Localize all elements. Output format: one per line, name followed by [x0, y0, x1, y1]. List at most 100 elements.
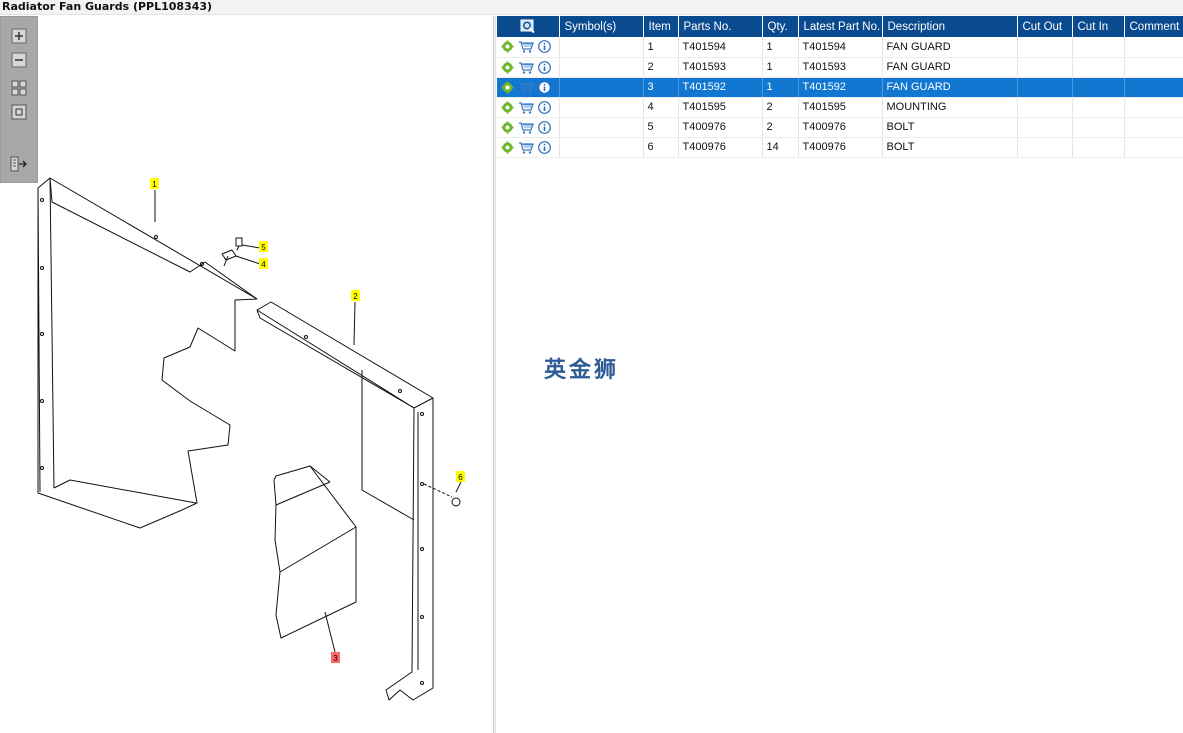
gear-icon[interactable] — [501, 40, 514, 53]
cart-icon[interactable] — [518, 121, 534, 134]
cell-item: 6 — [643, 137, 679, 158]
svg-text:1: 1 — [152, 180, 157, 189]
info-icon[interactable] — [538, 120, 551, 134]
cell-latest-part-no: T401594 — [798, 37, 883, 58]
row-actions-cell — [497, 37, 560, 58]
column-header-description[interactable]: Description — [882, 16, 1018, 37]
svg-text:4: 4 — [261, 260, 266, 269]
row-actions-cell — [497, 57, 560, 78]
part-1-fan-guard[interactable] — [37, 177, 258, 529]
cell-latest-part-no: T400976 — [798, 117, 883, 138]
cell-cut-in — [1072, 137, 1125, 158]
cart-icon[interactable] — [518, 40, 534, 53]
table-row[interactable]: 5 T400976 2 T400976 BOLT — [497, 117, 1183, 138]
cell-description: BOLT — [882, 117, 1018, 138]
cell-parts-no: T400976 — [678, 137, 763, 158]
svg-text:3: 3 — [333, 654, 338, 663]
column-header-comment[interactable]: Comment — [1124, 16, 1183, 37]
cell-latest-part-no: T400976 — [798, 137, 883, 158]
gear-icon[interactable] — [501, 141, 514, 154]
table-row[interactable]: 1 T401594 1 T401594 FAN GUARD — [497, 37, 1183, 58]
part-6-bolt[interactable] — [423, 479, 463, 507]
gear-icon[interactable] — [501, 61, 514, 74]
row-actions-cell — [497, 117, 560, 138]
table-row[interactable]: 2 T401593 1 T401593 FAN GUARD — [497, 57, 1183, 78]
svg-text:5: 5 — [261, 243, 266, 252]
cell-description: FAN GUARD — [882, 57, 1018, 78]
info-icon[interactable] — [538, 140, 551, 154]
watermark-logo: 英金狮 — [544, 358, 620, 383]
table-row[interactable]: 6 T400976 14 T400976 BOLT — [497, 137, 1183, 158]
cell-latest-part-no: T401595 — [798, 97, 883, 118]
exploded-diagram[interactable]: 1 2 3 4 5 6 — [0, 16, 493, 733]
info-icon[interactable] — [538, 60, 551, 74]
part-3-fan-guard[interactable] — [273, 465, 357, 639]
column-header-qty[interactable]: Qty. — [762, 16, 799, 37]
gear-icon[interactable] — [501, 101, 514, 114]
cell-symbols — [559, 137, 644, 158]
cell-qty: 1 — [762, 77, 799, 98]
table-row[interactable]: 3 T401592 1 T401592 FAN GUARD — [497, 77, 1183, 98]
cell-cut-out — [1017, 97, 1073, 118]
callout-2[interactable]: 2 — [351, 290, 360, 301]
svg-text:6: 6 — [458, 473, 463, 482]
cell-item: 3 — [643, 77, 679, 98]
cart-icon[interactable] — [518, 81, 534, 94]
cart-icon[interactable] — [518, 101, 534, 114]
cell-symbols — [559, 77, 644, 98]
actual-size-button[interactable] — [10, 103, 28, 121]
callout-6[interactable]: 6 — [456, 471, 465, 482]
actual-size-icon — [11, 104, 27, 120]
cell-qty: 14 — [762, 137, 799, 158]
gear-icon[interactable] — [501, 81, 514, 94]
column-header-symbols[interactable]: Symbol(s) — [559, 16, 644, 37]
pane-splitter[interactable] — [493, 16, 496, 733]
zoom-in-button[interactable] — [10, 27, 28, 45]
column-header-cut-in[interactable]: Cut In — [1072, 16, 1125, 37]
info-icon[interactable] — [538, 80, 551, 94]
part-5-bolt[interactable] — [235, 237, 243, 251]
cell-comment — [1124, 97, 1183, 118]
header-search-cell[interactable] — [497, 16, 560, 37]
column-header-parts-no[interactable]: Parts No. — [678, 16, 763, 37]
column-header-latest-part-no[interactable]: Latest Part No. — [798, 16, 883, 37]
cell-parts-no: T400976 — [678, 117, 763, 138]
app-window: Radiator Fan Guards (PPL108343) 1 2 3 4 … — [0, 0, 1183, 733]
cell-cut-in — [1072, 57, 1125, 78]
cell-cut-in — [1072, 37, 1125, 58]
part-4-mounting[interactable] — [221, 249, 237, 267]
cell-cut-out — [1017, 117, 1073, 138]
cell-qty: 2 — [762, 97, 799, 118]
drawing-pane[interactable]: 1 2 3 4 5 6 — [0, 16, 493, 733]
row-actions-cell — [497, 77, 560, 98]
cell-parts-no: T401594 — [678, 37, 763, 58]
info-icon[interactable] — [538, 100, 551, 114]
callout-4[interactable]: 4 — [259, 258, 268, 269]
info-icon[interactable] — [538, 40, 551, 54]
cell-qty: 2 — [762, 117, 799, 138]
callout-5[interactable]: 5 — [259, 241, 268, 252]
table-row[interactable]: 4 T401595 2 T401595 MOUNTING — [497, 97, 1183, 118]
cell-parts-no: T401593 — [678, 57, 763, 78]
zoom-in-icon — [11, 28, 27, 44]
svg-text:2: 2 — [353, 292, 358, 301]
cart-icon[interactable] — [518, 61, 534, 74]
view-toolbar — [0, 16, 38, 183]
part-2-fan-guard[interactable] — [256, 301, 434, 701]
cell-cut-out — [1017, 77, 1073, 98]
callout-3[interactable]: 3 — [331, 652, 340, 663]
cell-symbols — [559, 97, 644, 118]
cell-cut-out — [1017, 37, 1073, 58]
cart-icon[interactable] — [518, 141, 534, 154]
cell-latest-part-no: T401592 — [798, 77, 883, 98]
zoom-out-button[interactable] — [10, 51, 28, 69]
callout-1[interactable]: 1 — [150, 178, 159, 189]
export-button[interactable] — [10, 155, 28, 173]
cell-cut-out — [1017, 57, 1073, 78]
column-header-item[interactable]: Item — [643, 16, 679, 37]
cell-comment — [1124, 57, 1183, 78]
gear-icon[interactable] — [501, 121, 514, 134]
fit-all-button[interactable] — [10, 79, 28, 97]
cell-cut-in — [1072, 77, 1125, 98]
column-header-cut-out[interactable]: Cut Out — [1017, 16, 1073, 37]
